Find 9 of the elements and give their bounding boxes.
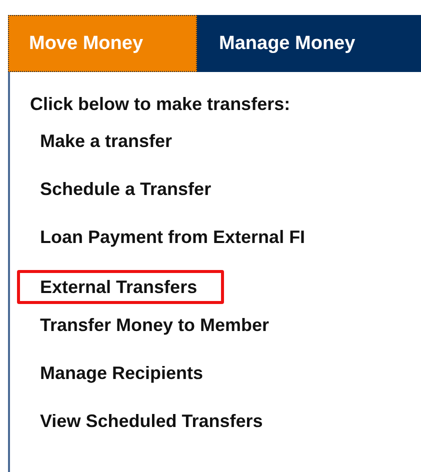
tab[interactable]: Manage Money xyxy=(197,15,421,72)
menu-item[interactable]: External Transfers xyxy=(17,270,224,304)
menu-item[interactable]: Loan Payment from External FI xyxy=(30,213,421,261)
menu-item[interactable]: Transfer Money to Member xyxy=(30,301,421,349)
menu-item[interactable]: Manage Recipients xyxy=(30,349,421,397)
menu-item[interactable]: Schedule a Transfer xyxy=(30,165,421,213)
menu-heading: Click below to make transfers: xyxy=(30,94,292,115)
menu-item[interactable]: Make a transfer xyxy=(30,117,421,165)
menu-item[interactable]: View Scheduled Transfers xyxy=(30,397,421,445)
